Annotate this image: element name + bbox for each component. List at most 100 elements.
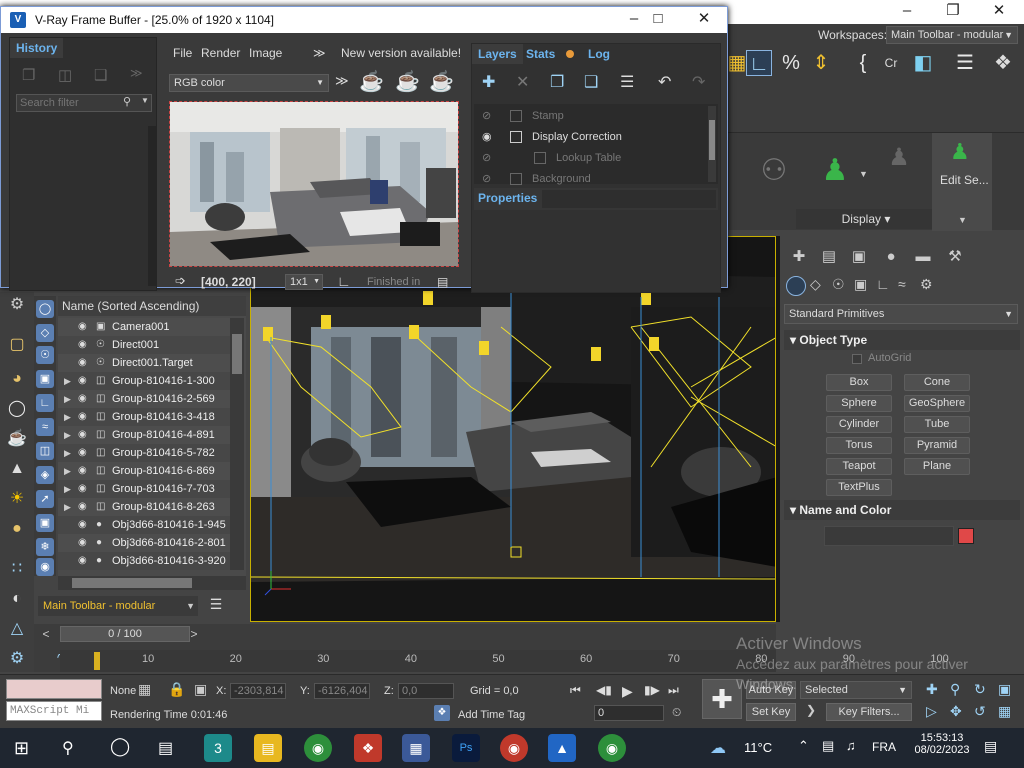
track-bar[interactable]: 10 20 30 40 50 60 70 80 90 100 — [60, 650, 949, 672]
isolate-icon[interactable]: ▦ — [138, 681, 151, 698]
current-frame-field[interactable]: 0 — [594, 705, 664, 721]
volume-icon[interactable]: ♫ — [846, 738, 856, 753]
paint-icon[interactable]: ❖ — [354, 734, 382, 762]
explorer-row[interactable]: ▶ ◉ ◫ Group-810416-5-782 — [58, 444, 230, 462]
network-icon[interactable]: ▤ — [822, 738, 834, 754]
explorer-scrollbar[interactable] — [230, 318, 244, 570]
weather-temp[interactable]: 11°C — [744, 740, 772, 755]
scene-explorer-icon[interactable]: ❖ — [990, 50, 1016, 76]
visibility-eye-icon[interactable]: ◉ — [78, 534, 87, 552]
play-icon[interactable]: ▶ — [622, 683, 633, 700]
visibility-eye-icon[interactable]: ◉ — [78, 480, 87, 498]
new-version-label[interactable]: New version available! — [341, 43, 461, 63]
expand-arrow-icon[interactable]: ▶ — [64, 462, 71, 480]
angle-snap-icon[interactable]: ∟ — [746, 50, 772, 76]
cone-icon[interactable]: ▲ — [6, 458, 28, 480]
explorer-row[interactable]: ◉ ☉ Direct001 — [58, 336, 230, 354]
gear-icon[interactable]: ⚙ — [6, 294, 28, 316]
task-view-icon[interactable]: ▤ — [158, 738, 173, 758]
cortana-icon[interactable]: ◯ — [110, 736, 130, 757]
z-coordinate-field[interactable]: 0,0 — [398, 683, 454, 699]
layer-manager-icon[interactable]: ☰ — [952, 50, 978, 76]
prev-frame-arrow-icon[interactable]: < — [38, 626, 54, 642]
explorer-row[interactable]: ◉ ▣ Camera001 — [58, 318, 230, 336]
sun-icon[interactable]: ☀ — [6, 488, 28, 510]
primitive-button-plane[interactable]: Plane — [904, 458, 970, 475]
history-scrollbar[interactable] — [148, 126, 156, 286]
visibility-eye-icon[interactable]: ◉ — [78, 498, 87, 516]
primitive-button-cylinder[interactable]: Cylinder — [826, 416, 892, 433]
filter-spacewarps-icon[interactable]: ≈ — [36, 418, 54, 436]
visibility-eye-icon[interactable]: ◉ — [78, 354, 87, 372]
particles-icon[interactable]: ∷ — [6, 558, 28, 580]
set-key-button[interactable]: Set Key — [746, 703, 796, 721]
layers-scrollbar[interactable] — [708, 106, 716, 182]
layers-tab[interactable]: Layers — [472, 44, 523, 64]
percent-snap-icon[interactable]: % — [778, 50, 804, 76]
load-history-icon[interactable]: ❑ — [94, 66, 107, 84]
history-tab[interactable]: History — [10, 38, 64, 58]
redo-icon[interactable]: ↷ — [692, 72, 705, 92]
zoom-all-icon[interactable]: ⚲ — [950, 681, 960, 698]
expand-arrow-icon[interactable]: ▶ — [64, 408, 71, 426]
explorer-row[interactable]: ◉ ● Obj3d66-810416-2-801 — [58, 534, 230, 552]
explorer-row[interactable]: ◉ ● Obj3d66-810416-3-920 — [58, 552, 230, 570]
visibility-eye-icon[interactable]: ◉ — [78, 336, 87, 354]
explorer-row[interactable]: ▶ ◉ ◫ Group-810416-6-869 — [58, 462, 230, 480]
layer-disabled-icon[interactable]: ⊘ — [482, 169, 491, 189]
visibility-eye-icon[interactable]: ◉ — [78, 516, 87, 534]
console-icon[interactable]: ▤ — [437, 275, 448, 289]
figure-icon[interactable]: ⚇ — [754, 153, 794, 193]
workspace-select[interactable]: Main Toolbar - modular ▼ — [886, 26, 1018, 44]
goto-start-icon[interactable]: ⏮ — [570, 683, 581, 698]
primitive-button-torus[interactable]: Torus — [826, 437, 892, 454]
lights-category-icon[interactable]: ☉ — [832, 276, 845, 293]
primitive-button-geosphere[interactable]: GeoSphere — [904, 395, 970, 412]
primitive-category-select[interactable]: Standard Primitives ▼ — [784, 304, 1018, 324]
filter-groups-icon[interactable]: ◫ — [36, 442, 54, 460]
language-indicator[interactable]: FRA — [872, 740, 896, 754]
zoom-select[interactable]: 1x1 ▼ — [285, 274, 323, 290]
explorer-row[interactable]: ▶ ◉ ◫ Group-810416-8-263 — [58, 498, 230, 516]
next-key-icon[interactable]: ▮▶ — [644, 683, 660, 697]
save-history-icon[interactable]: ❐ — [22, 66, 35, 84]
explorer-row[interactable]: ▶ ◉ ◫ Group-810416-7-703 — [58, 480, 230, 498]
object-color-swatch[interactable] — [958, 528, 974, 544]
primitive-button-pyramid[interactable]: Pyramid — [904, 437, 970, 454]
calculator-icon[interactable]: ▦ — [402, 734, 430, 762]
explorer-h-scrollbar[interactable] — [58, 576, 246, 590]
explorer-row[interactable]: ▶ ◉ ◫ Group-810416-3-418 — [58, 408, 230, 426]
display-tab-icon[interactable]: ▬ — [908, 246, 938, 268]
expand-arrow-icon[interactable]: ▶ — [64, 444, 71, 462]
delete-layer-icon[interactable]: ✕ — [516, 72, 529, 92]
spinner-snap-icon[interactable]: ⇕ — [808, 50, 834, 76]
visibility-eye-icon[interactable]: ◉ — [78, 444, 87, 462]
display-dropdown[interactable]: Display ▾ — [796, 209, 936, 229]
chrome-alt-icon[interactable]: ◉ — [500, 734, 528, 762]
hemisphere-icon[interactable]: ◕ — [6, 368, 28, 390]
modify-tab-icon[interactable]: ▤ — [814, 246, 844, 268]
search-filter-field[interactable]: ⚲ ▼ — [16, 94, 152, 112]
object-type-rollout-header[interactable]: ▾ Object Type — [784, 330, 1020, 350]
expand-arrow-icon[interactable]: ▶ — [64, 372, 71, 390]
load-layers-icon[interactable]: ❑ — [584, 72, 598, 92]
vfb-maximize-button[interactable]: □ — [635, 8, 681, 32]
restore-button[interactable]: ❐ — [930, 0, 976, 24]
history-more-icon[interactable]: ≫ — [130, 66, 143, 80]
chevron-down-icon[interactable]: ▼ — [141, 96, 149, 105]
gear-settings-icon[interactable]: ⚙ — [6, 648, 28, 670]
minimize-button[interactable]: – — [884, 0, 930, 24]
sphere-shaded-icon[interactable]: ◐ — [6, 588, 28, 610]
filter-lights-icon[interactable]: ☉ — [36, 346, 54, 364]
filter-geometry-icon[interactable]: ◯ — [36, 300, 54, 318]
name-color-rollout-header[interactable]: ▾ Name and Color — [784, 500, 1020, 520]
time-marker[interactable] — [94, 652, 100, 670]
hierarchy-tab-icon[interactable]: ▣ — [844, 246, 874, 268]
motion-tab-icon[interactable]: ● — [876, 246, 906, 268]
visibility-eye-icon[interactable]: ◉ — [78, 318, 87, 336]
render-teapot-icon[interactable]: ☕ — [359, 69, 384, 94]
windows-start-icon[interactable]: ⊞ — [14, 738, 29, 759]
primitive-button-tube[interactable]: Tube — [904, 416, 970, 433]
tray-chevron-icon[interactable]: ⌃ — [798, 738, 809, 754]
object-name-field[interactable] — [824, 526, 954, 546]
